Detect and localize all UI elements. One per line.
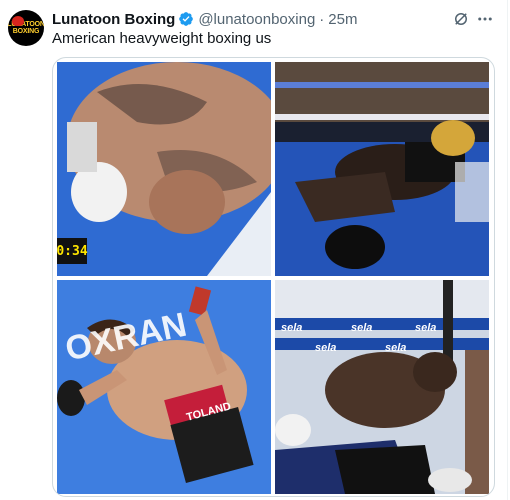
more-options-icon[interactable] xyxy=(476,10,494,28)
post-text: American heavyweight boxing us xyxy=(52,30,272,47)
media-tile-2[interactable] xyxy=(275,62,489,276)
avatar[interactable]: LUNATOON BOXING xyxy=(8,10,44,46)
boxer-on-ropes-stadium-photo: sela sela sela sela sela xyxy=(275,280,489,494)
media-tile-3[interactable]: OXRAN TOLAND xyxy=(57,280,271,494)
boxer-face-down-photo xyxy=(57,62,271,276)
sponsor-text-4: sela xyxy=(315,342,336,354)
separator-dot: · xyxy=(319,10,325,28)
sponsor-text-3: sela xyxy=(415,322,436,334)
post-time[interactable]: 25m xyxy=(328,11,357,28)
sponsor-text-2: sela xyxy=(351,322,372,334)
author-name[interactable]: Lunatoon Boxing xyxy=(52,11,175,28)
grok-icon[interactable] xyxy=(452,10,470,28)
post-header: Lunatoon Boxing @lunatoonboxing · 25m xyxy=(52,9,357,29)
boxer-lying-on-canvas-photo: OXRAN TOLAND xyxy=(57,280,271,494)
glove-icon xyxy=(12,16,24,26)
author-handle[interactable]: @lunatoonboxing xyxy=(198,11,315,28)
media-tile-1[interactable]: 0:34 xyxy=(57,62,271,276)
sponsor-text-1: sela xyxy=(281,322,302,334)
media-tile-4[interactable]: sela sela sela sela sela xyxy=(275,280,489,494)
media-grid: 0:34 OXRAN TOLAND sela sela sela sela se… xyxy=(52,57,495,497)
divider xyxy=(507,0,508,500)
video-time-badge: 0:34 xyxy=(57,238,88,264)
post-card[interactable]: LUNATOON BOXING Lunatoon Boxing @lunatoo… xyxy=(0,0,510,500)
boxer-knocked-down-ropes-photo xyxy=(275,62,489,276)
verified-badge-icon xyxy=(179,12,194,26)
sponsor-text-5: sela xyxy=(385,342,406,354)
